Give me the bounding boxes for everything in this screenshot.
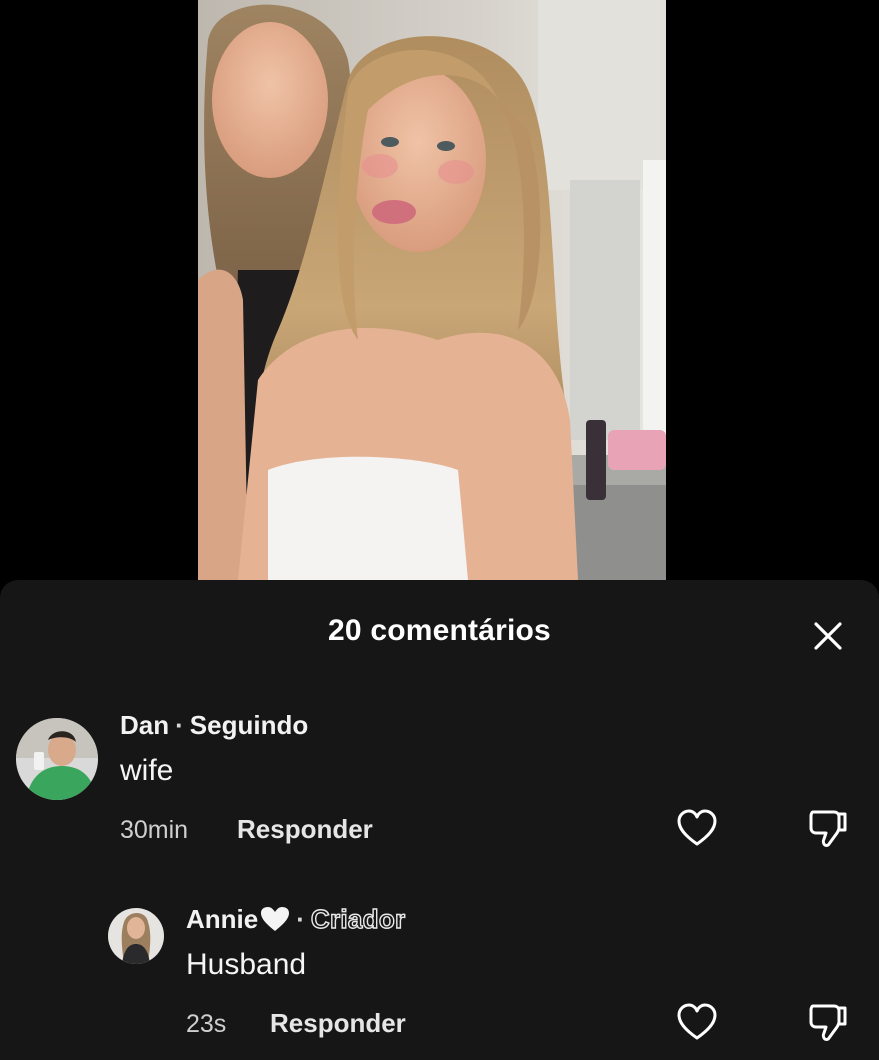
heart-outline-icon: [677, 1003, 717, 1040]
comment-time: 30min: [120, 816, 189, 844]
dislike-button[interactable]: [804, 806, 850, 852]
user-avatar-image: [16, 718, 98, 800]
like-button[interactable]: [674, 1000, 720, 1046]
creator-badge: Criador: [310, 903, 406, 934]
like-button[interactable]: [674, 806, 720, 852]
video-player[interactable]: [198, 0, 666, 580]
close-button[interactable]: [808, 616, 848, 656]
comment-item: Dan · Seguindo wife 30min Responder: [0, 710, 879, 860]
close-icon: [814, 622, 842, 650]
comments-header: 20 comentários: [0, 608, 879, 652]
avatar[interactable]: [16, 718, 98, 800]
comment-author[interactable]: Annie: [186, 904, 258, 934]
thumbs-down-icon: [809, 1004, 847, 1041]
comment-author[interactable]: Dan: [120, 710, 169, 740]
reply-button[interactable]: Responder: [270, 1008, 406, 1039]
comment-text: Husband: [186, 948, 307, 981]
white-heart-icon: [260, 906, 290, 939]
comment-time: 23s: [186, 1010, 227, 1038]
comments-count-title: 20 comentários: [328, 614, 551, 647]
video-frame-image: [198, 0, 666, 580]
dislike-button[interactable]: [804, 1000, 850, 1046]
app-screen: 20 comentários Dan · Seguindo wife 30min…: [0, 0, 879, 1060]
following-label: Seguindo: [189, 710, 309, 740]
comment-meta: Annie · Criador: [186, 903, 406, 939]
meta-separator: ·: [296, 904, 305, 934]
comment-meta: Dan · Seguindo: [120, 710, 308, 741]
heart-outline-icon: [677, 809, 717, 846]
thumbs-down-icon: [809, 810, 847, 847]
comments-sheet: 20 comentários Dan · Seguindo wife 30min…: [0, 580, 879, 1060]
comment-text: wife: [120, 754, 174, 787]
creator-avatar-image: [108, 908, 164, 964]
avatar[interactable]: [108, 908, 164, 964]
reply-comment-item: Annie · Criador Husband 23s Responder: [0, 903, 879, 1054]
meta-separator: ·: [175, 710, 184, 740]
reply-button[interactable]: Responder: [237, 814, 373, 845]
